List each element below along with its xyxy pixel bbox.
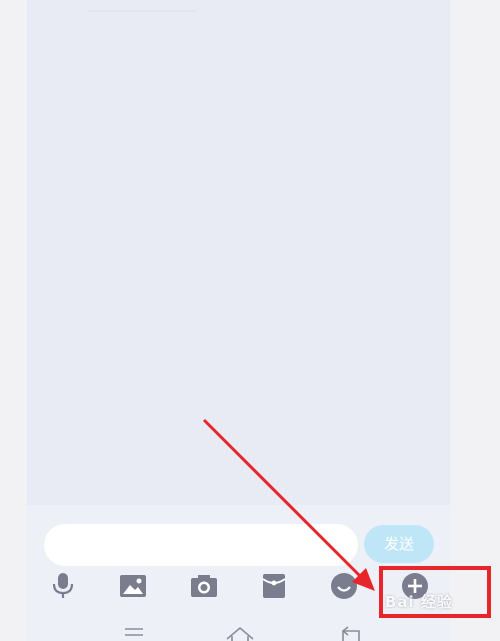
- microphone-icon[interactable]: [45, 568, 81, 604]
- send-button[interactable]: 发送: [364, 525, 434, 563]
- divider: [87, 10, 197, 12]
- image-icon[interactable]: [115, 568, 151, 604]
- red-packet-icon[interactable]: [256, 568, 292, 604]
- menu-icon[interactable]: [119, 623, 149, 641]
- home-icon[interactable]: [225, 623, 255, 641]
- watermark: Bai 经验: [385, 593, 453, 611]
- chat-screen: 发送: [27, 0, 450, 641]
- emoji-icon[interactable]: [326, 568, 362, 604]
- back-icon[interactable]: [336, 623, 366, 641]
- camera-icon[interactable]: [186, 568, 222, 604]
- message-input[interactable]: [44, 524, 358, 566]
